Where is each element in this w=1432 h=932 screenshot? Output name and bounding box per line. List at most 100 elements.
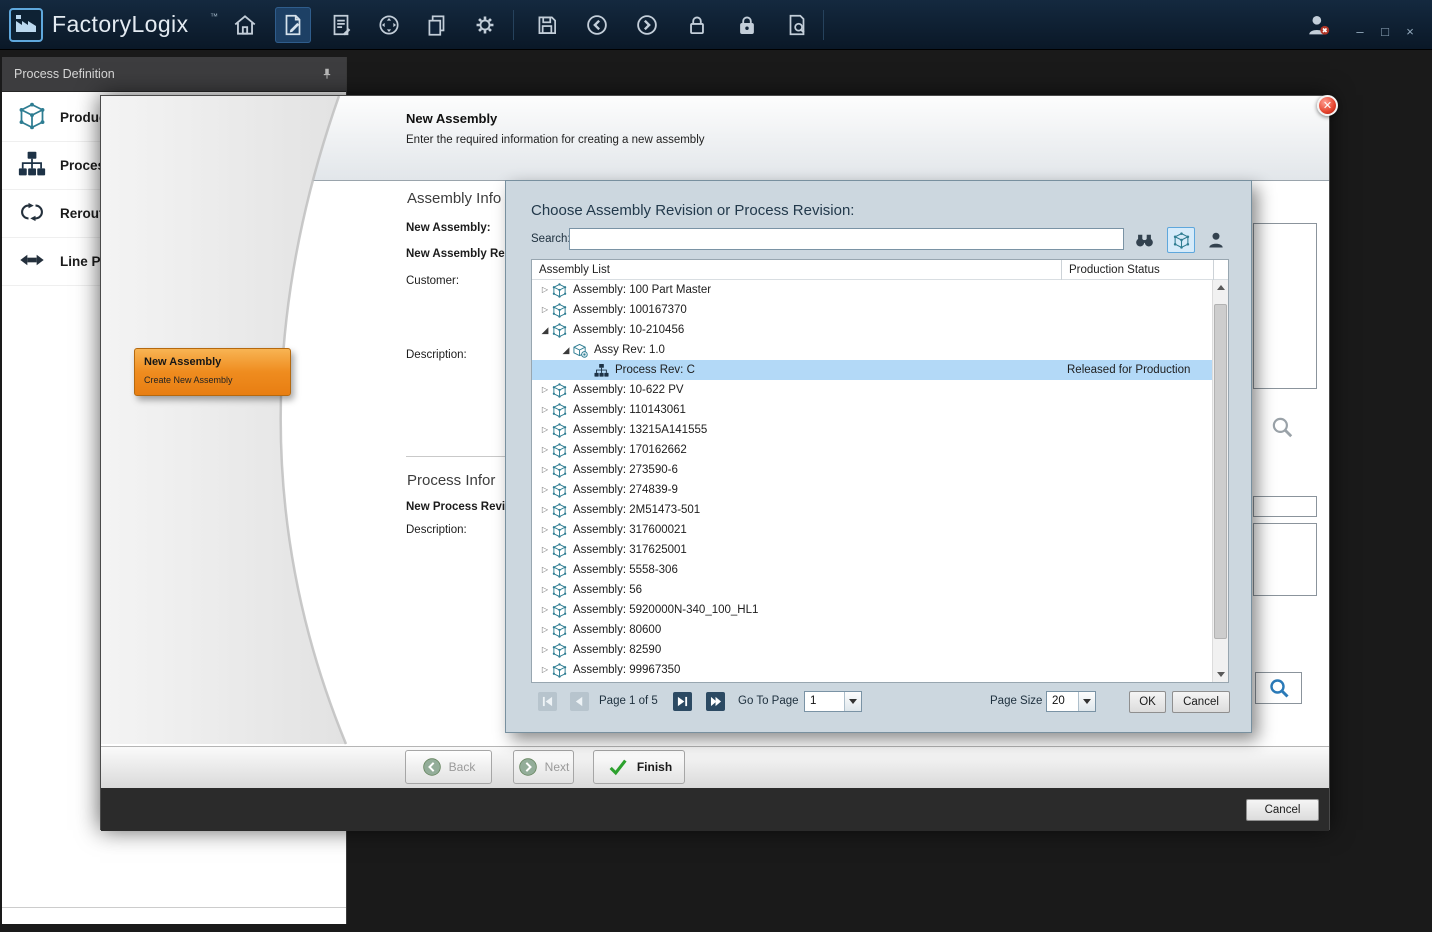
process-description-label: Description: <box>406 524 467 536</box>
search-input[interactable] <box>569 228 1124 250</box>
page-size-select[interactable]: 20 <box>1046 691 1096 712</box>
tree-row[interactable]: ▷Assembly: 80600 <box>532 620 1213 640</box>
back-circle-icon[interactable] <box>579 7 615 43</box>
column-header-production-status[interactable]: Production Status <box>1062 260 1214 280</box>
panel-title: Process Definition <box>14 67 115 81</box>
expand-arrow-icon[interactable]: ▷ <box>538 460 552 480</box>
wizard-title: New Assembly <box>406 111 497 126</box>
save-icon[interactable] <box>529 7 565 43</box>
binoculars-icon[interactable] <box>1130 227 1158 253</box>
tree-row[interactable]: ▷Assembly: 317625001 <box>532 540 1213 560</box>
expand-arrow-icon[interactable]: ▷ <box>538 420 552 440</box>
customer-list-box[interactable] <box>1253 223 1317 389</box>
production-status: Released for Production <box>1067 360 1190 380</box>
document-form-icon[interactable] <box>323 7 359 43</box>
gear-icon[interactable] <box>467 7 503 43</box>
wizard-nav-swoosh <box>101 96 401 746</box>
wizard-step-new-assembly[interactable]: New Assembly Create New Assembly <box>134 348 291 396</box>
expand-arrow-icon[interactable]: ▷ <box>538 520 552 540</box>
next-button[interactable]: Next <box>513 750 574 784</box>
column-header-assembly-list[interactable]: Assembly List <box>532 260 1062 280</box>
assembly-icon <box>552 623 569 638</box>
tree-row[interactable]: ▷Assembly: 10-622 PV <box>532 380 1213 400</box>
assembly-icon <box>552 523 569 538</box>
expand-arrow-icon[interactable]: ▷ <box>538 540 552 560</box>
expand-arrow-icon[interactable]: ▷ <box>538 380 552 400</box>
tree-row[interactable]: ▷Assembly: 82590 <box>532 640 1213 660</box>
tree-row-label: Assembly: 110143061 <box>573 404 686 416</box>
tree-row[interactable]: ▷Assembly: 100 Part Master <box>532 280 1213 300</box>
lock-secure-icon[interactable] <box>729 7 765 43</box>
previous-page-button[interactable] <box>570 692 589 711</box>
vertical-scrollbar[interactable] <box>1212 280 1228 682</box>
expand-arrow-icon[interactable]: ▷ <box>538 620 552 640</box>
process-rev-input[interactable] <box>1253 496 1317 517</box>
tree-row[interactable]: ▷Assembly: 56 <box>532 580 1213 600</box>
tree-row-label: Assembly: 5920000N-340_100_HL1 <box>573 604 758 616</box>
next-button-label: Next <box>545 760 570 774</box>
expand-arrow-icon[interactable]: ▷ <box>538 580 552 600</box>
copy-documents-icon[interactable] <box>419 7 455 43</box>
tree-row[interactable]: ▷Assembly: 5558-306 <box>532 560 1213 580</box>
assembly-list: Assembly List Production Status ▷Assembl… <box>531 259 1229 683</box>
lock-icon[interactable] <box>679 7 715 43</box>
tree-row[interactable]: ◢Assembly: 10-210456 <box>532 320 1213 340</box>
tree-row[interactable]: ▷Assembly: 2M51473-501 <box>532 500 1213 520</box>
first-page-button[interactable] <box>538 692 557 711</box>
back-button[interactable]: Back <box>405 750 492 784</box>
tree-row[interactable]: ▷Assembly: 273590-6 <box>532 460 1213 480</box>
cancel-button[interactable]: Cancel <box>1246 799 1319 821</box>
expand-arrow-icon[interactable]: ▷ <box>538 480 552 500</box>
expand-arrow-icon[interactable]: ◢ <box>538 320 552 340</box>
tree-row[interactable]: ▷Assembly: 274839-9 <box>532 480 1213 500</box>
expand-arrow-icon[interactable]: ▷ <box>538 660 552 680</box>
ok-button[interactable]: OK <box>1129 691 1166 713</box>
scroll-down-icon[interactable] <box>1213 666 1228 682</box>
assembly-icon <box>552 443 569 458</box>
tree-row[interactable]: ▷Assembly: 170162662 <box>532 440 1213 460</box>
wizard-close-button[interactable]: ✕ <box>1317 95 1338 116</box>
expand-arrow-icon[interactable]: ▷ <box>538 500 552 520</box>
tree-row[interactable]: ◢ Assy Rev: 1.0 <box>532 340 1213 360</box>
edit-process-icon[interactable] <box>275 7 311 43</box>
person-filter-icon[interactable] <box>1202 227 1230 253</box>
close-icon: ✕ <box>1323 99 1332 112</box>
expand-arrow-icon[interactable]: ▷ <box>538 280 552 300</box>
last-page-button[interactable] <box>706 692 725 711</box>
maximize-button[interactable]: □ <box>1375 22 1395 40</box>
forward-circle-icon[interactable] <box>629 7 665 43</box>
tree-row[interactable]: ▷Assembly: 13215A141555 <box>532 420 1213 440</box>
tree-row[interactable]: ▷ Assembly: 110143061 <box>532 400 1213 420</box>
process-info-heading: Process Infor <box>407 472 495 489</box>
chooser-cancel-button[interactable]: Cancel <box>1172 691 1230 713</box>
tree-row[interactable]: Process Rev: CReleased for Production <box>532 360 1213 380</box>
go-to-page-select[interactable]: 1 <box>804 691 862 712</box>
tree-row[interactable]: ▷ Assembly: 5920000N-340_100_HL1 <box>532 600 1213 620</box>
search-button[interactable] <box>1255 672 1302 704</box>
tree-row[interactable]: ▷Assembly: 317600021 <box>532 520 1213 540</box>
expand-arrow-icon[interactable]: ▷ <box>538 600 552 620</box>
user-session-icon[interactable] <box>1300 7 1336 43</box>
next-page-button[interactable] <box>673 692 692 711</box>
navigate-circle-icon[interactable] <box>371 7 407 43</box>
assembly-filter-icon[interactable] <box>1167 227 1195 253</box>
minimize-button[interactable]: – <box>1350 22 1370 40</box>
tree-row[interactable]: ▷ Assembly: 99967350 <box>532 660 1213 680</box>
finish-button[interactable]: Finish <box>593 750 685 784</box>
expand-arrow-icon[interactable]: ▷ <box>538 640 552 660</box>
scroll-up-icon[interactable] <box>1213 280 1228 296</box>
expand-arrow-icon[interactable]: ▷ <box>538 440 552 460</box>
expand-arrow-icon[interactable]: ▷ <box>538 300 552 320</box>
close-window-button[interactable]: × <box>1400 22 1420 40</box>
home-icon[interactable] <box>227 7 263 43</box>
tree-row-label: Assembly: 99967350 <box>573 664 680 676</box>
expand-arrow-icon[interactable]: ▷ <box>538 560 552 580</box>
expand-arrow-icon[interactable]: ◢ <box>559 340 573 360</box>
tree-row-label: Assy Rev: 1.0 <box>594 344 665 356</box>
process-description-input[interactable] <box>1253 523 1317 596</box>
expand-arrow-icon[interactable]: ▷ <box>538 400 552 420</box>
find-document-icon[interactable] <box>779 7 815 43</box>
pin-icon[interactable] <box>320 66 334 85</box>
scrollbar-thumb[interactable] <box>1214 304 1227 639</box>
tree-row[interactable]: ▷Assembly: 100167370 <box>532 300 1213 320</box>
